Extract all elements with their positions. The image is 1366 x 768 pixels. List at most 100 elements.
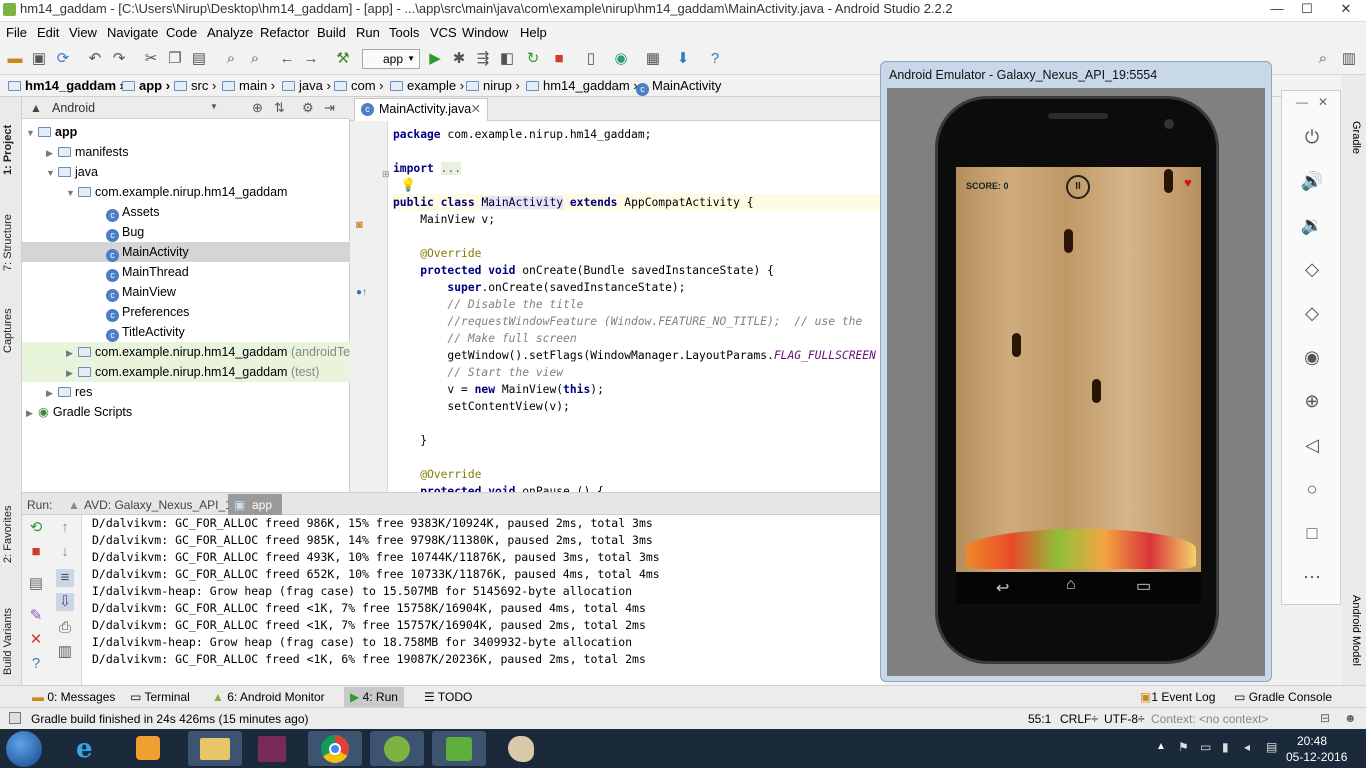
line-separator[interactable]: CRLF÷ [1060,712,1098,726]
menu-edit[interactable]: Edit [37,25,59,40]
tab-android-monitor[interactable]: ▲ 6: Android Monitor [212,690,325,704]
fold-icon[interactable]: ⊞ [382,169,390,180]
cockroach[interactable] [1012,333,1021,357]
scroll-up-icon[interactable]: ↑ [56,519,74,537]
collapse-icon[interactable]: ⇅ [274,100,285,116]
home-icon[interactable]: ○ [1300,477,1324,501]
replace-icon[interactable]: ⌕ [246,50,264,68]
sdk-manager-icon[interactable]: ◉ [612,50,630,68]
tree-item-bug[interactable]: c Bug [22,222,350,242]
android-studio-taskbar-icon[interactable] [370,731,424,766]
menu-analyze[interactable]: Analyze [207,25,253,40]
print-icon[interactable]: ⎙ [56,619,74,637]
menu-code[interactable]: Code [166,25,197,40]
project-view-select[interactable]: Android [52,101,95,115]
breadcrumb-item[interactable]: main › [222,78,275,93]
tray-flag-icon[interactable]: ⚑ [1178,740,1189,754]
tab-android-model[interactable]: Android Model [1346,595,1362,666]
apply-changes-icon[interactable]: ↻ [524,50,542,68]
tray-expand-icon[interactable]: ▲ [1156,741,1166,752]
tab-terminal[interactable]: ▭ Terminal [130,690,190,704]
run-icon[interactable]: ▶ [426,50,444,68]
layout-icon[interactable]: ▤ [27,575,45,593]
tab-gradle-console[interactable]: ▭ Gradle Console [1234,690,1332,704]
tree-item-preferences[interactable]: c Preferences [22,302,350,322]
tab-todo[interactable]: ☰ TODO [424,690,472,704]
run-gutter-icon[interactable]: ◙ [356,219,363,231]
close-button[interactable]: ✕ [1326,0,1366,20]
minimize-button[interactable]: — [1262,0,1292,20]
tree-item-package[interactable]: ▼ com.example.nirup.hm14_gaddam [22,182,350,202]
rotate-right-icon[interactable]: ◇ [1300,301,1324,325]
maximize-button[interactable]: ☐ [1292,0,1322,20]
event-icon[interactable]: ▥ [1340,50,1358,68]
tree-item-package-androidtest[interactable]: ▶ com.example.nirup.hm14_gaddam (androidT… [22,342,364,362]
minimize-emulator-icon[interactable]: — [1296,95,1308,109]
menu-help[interactable]: Help [520,25,547,40]
avd-manager-icon[interactable]: ▯ [582,50,600,68]
close-run-icon[interactable]: ✕ [27,631,45,649]
menu-file[interactable]: File [6,25,27,40]
help-icon[interactable]: ? [27,655,45,673]
tab-build-variants[interactable]: Build Variants [2,595,20,675]
menu-navigate[interactable]: Navigate [107,25,158,40]
menu-vcs[interactable]: VCS [430,25,457,40]
breadcrumb-item[interactable]: c MainActivity [636,78,721,96]
find-icon[interactable]: ⌕ [222,50,240,68]
project-structure-icon[interactable]: ▦ [644,50,662,68]
tree-item-java[interactable]: ▼ java [22,162,350,182]
breadcrumb-item[interactable]: hm14_gaddam › [526,78,638,93]
make-project-icon[interactable]: ⚒ [334,50,352,68]
chevron-down-icon[interactable]: ▼ [210,102,218,111]
scroll-down-icon[interactable]: ↓ [56,543,74,561]
android-device-monitor-icon[interactable]: ⬇ [674,50,692,68]
breadcrumb-item[interactable]: hm14_gaddam › [8,78,124,93]
emulator-taskbar-icon[interactable] [432,731,486,766]
cockroach[interactable] [1164,169,1173,193]
tree-item-app[interactable]: ▼ app [22,122,350,142]
breadcrumb-item[interactable]: nirup › [466,78,520,93]
pin-icon[interactable]: ✎ [27,607,45,625]
rerun-icon[interactable]: ⟲ [27,519,45,537]
tab-captures[interactable]: Captures [2,293,20,353]
override-icon[interactable]: ●↑ [356,287,367,298]
tray-keyboard-icon[interactable]: ▤ [1266,740,1277,754]
back-icon[interactable]: ◁ [1300,433,1324,457]
volume-up-icon[interactable]: 🔊 [1300,169,1324,193]
volume-down-icon[interactable]: 🔉 [1300,213,1324,237]
caret-position[interactable]: 55:1 [1028,712,1051,726]
run-console[interactable]: D/dalvikvm: GC_FOR_ALLOC freed 986K, 15%… [82,515,885,685]
stop-icon[interactable]: ■ [550,50,568,68]
close-emulator-icon[interactable]: ✕ [1318,95,1328,109]
help-icon[interactable]: ? [706,50,724,68]
more-icon[interactable]: ⋯ [1300,565,1324,589]
tab-mainactivity-java[interactable]: c MainActivity.java ✕ [354,98,488,121]
lock-icon[interactable]: ⊟ [1320,711,1330,725]
run-tab-avd[interactable]: ▲ AVD: Galaxy_Nexus_API_19 [64,494,247,515]
tree-item-mainview[interactable]: c MainView [22,282,350,302]
tree-item-package-test[interactable]: ▶ com.example.nirup.hm14_gaddam (test) [22,362,350,382]
tree-item-titleactivity[interactable]: c TitleActivity [22,322,350,342]
tree-item-manifests[interactable]: ▶ manifests [22,142,350,162]
breadcrumb-item[interactable]: src › [174,78,216,93]
tray-volume-icon[interactable]: ◂ [1244,740,1250,754]
tab-project[interactable]: 1: Project [2,115,20,175]
paint-taskbar-icon[interactable] [494,731,548,766]
power-icon[interactable]: ⏻ [1300,125,1324,149]
save-icon[interactable]: ▣ [30,50,48,68]
gear-icon[interactable]: ⚙ [302,100,314,116]
cockroach[interactable] [1064,229,1073,253]
forward-icon[interactable]: → [302,50,320,68]
search-icon[interactable]: ⌕ [1314,50,1332,68]
scroll-end-icon[interactable]: ⇩ [56,593,74,611]
back-icon[interactable]: ← [278,50,296,68]
open-folder-icon[interactable]: ▬ [6,50,24,68]
tab-structure[interactable]: 7: Structure [2,201,20,271]
menu-build[interactable]: Build [317,25,346,40]
tab-messages[interactable]: ▬ 0: Messages [32,690,115,704]
lightbulb-icon[interactable]: 💡 [400,177,416,193]
soft-wrap-icon[interactable]: ≡ [56,569,74,587]
media-player-taskbar-icon[interactable] [122,731,176,766]
hide-icon[interactable]: ⇥ [324,100,335,116]
menu-tools[interactable]: Tools [389,25,419,40]
